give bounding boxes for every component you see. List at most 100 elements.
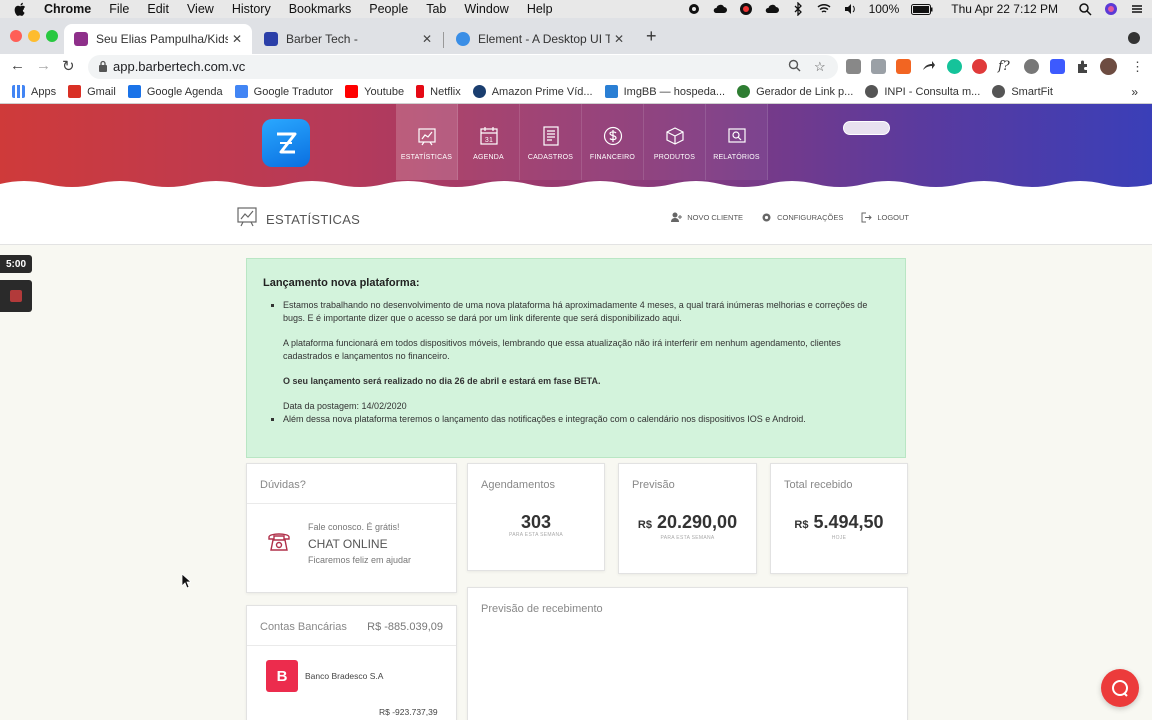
bookmarks-overflow-icon[interactable]: » — [1131, 85, 1138, 99]
tab-close-icon[interactable]: ✕ — [228, 32, 246, 46]
menu-people[interactable]: People — [369, 2, 408, 16]
chat-online-link[interactable]: CHAT ONLINE — [308, 537, 388, 551]
wifi-icon[interactable] — [817, 2, 831, 16]
bookmark-amazon-prime[interactable]: Amazon Prime Víd... — [472, 85, 593, 98]
grammarly-icon[interactable] — [947, 59, 962, 74]
bookmark-google-tradutor[interactable]: Google Tradutor — [234, 85, 333, 98]
apple-icon[interactable] — [14, 2, 30, 16]
logout-link[interactable]: LOGOUT — [861, 212, 909, 223]
tab-title: Barber Tech - — [286, 32, 358, 46]
close-window-button[interactable] — [10, 30, 22, 42]
zoom-icon[interactable] — [788, 59, 801, 75]
url-text[interactable]: app.barbertech.com.vc — [113, 59, 245, 74]
profile-avatar[interactable] — [1100, 58, 1117, 75]
clock[interactable]: Thu Apr 22 7:12 PM — [951, 2, 1058, 16]
tab-close-icon[interactable]: ✕ — [418, 32, 436, 46]
doubts-card-title: Dúvidas? — [260, 479, 306, 491]
tab-favicon-icon — [456, 32, 470, 46]
share-arrow-icon[interactable] — [921, 59, 936, 74]
menu-history[interactable]: History — [232, 2, 271, 16]
menu-view[interactable]: View — [187, 2, 214, 16]
menu-file[interactable]: File — [109, 2, 129, 16]
control-center-icon[interactable] — [1130, 2, 1144, 16]
chrome-menu-icon[interactable]: ⋮ — [1131, 59, 1144, 75]
telephone-icon[interactable] — [266, 528, 292, 554]
bookmark-label: Netflix — [430, 85, 461, 98]
nav-relatorios[interactable]: RELATÓRIOS — [706, 104, 768, 180]
menu-tab[interactable]: Tab — [426, 2, 446, 16]
cloud-icon[interactable] — [713, 2, 727, 16]
announcement-paragraph: Estamos trabalhando no desenvolvimento d… — [283, 300, 868, 323]
code-extension-icon[interactable] — [871, 59, 886, 74]
bank-name[interactable]: Banco Bradesco S.A — [305, 671, 383, 681]
new-tab-icon[interactable]: + — [646, 26, 657, 47]
percent-extension-icon[interactable] — [896, 59, 911, 74]
siri-icon[interactable] — [1104, 2, 1118, 16]
bookmark-imgbb[interactable]: ImgBB — hospeda... — [604, 85, 726, 98]
theme-toggle[interactable] — [843, 121, 890, 135]
bank-balance: R$ -923.737,39 — [379, 707, 438, 717]
battery-icon[interactable] — [911, 3, 933, 15]
formula-extension-icon[interactable]: f? — [998, 59, 1013, 74]
gear-icon — [762, 213, 771, 222]
record-status-icon[interactable] — [739, 2, 753, 16]
tab-close-icon[interactable]: ✕ — [610, 32, 628, 46]
nav-agenda[interactable]: 31 AGENDA — [458, 104, 520, 180]
nav-produtos[interactable]: PRODUTOS — [644, 104, 706, 180]
bookmark-star-icon[interactable]: ☆ — [814, 59, 826, 75]
receipt-forecast-card: Previsão de recebimento — [467, 587, 908, 720]
barbertech-logo[interactable] — [262, 119, 310, 167]
live-chat-button[interactable] — [1101, 669, 1139, 707]
calendar-extension-icon[interactable] — [1050, 59, 1065, 74]
link-generator-icon — [737, 85, 751, 98]
sync-extension-icon[interactable] — [1024, 59, 1039, 74]
add-user-icon — [671, 212, 683, 222]
adblock-icon[interactable] — [972, 59, 987, 74]
nav-estatisticas[interactable]: ESTATÍSTICAS — [396, 104, 458, 180]
bookmark-netflix[interactable]: Netflix — [416, 85, 461, 98]
app-name-menu[interactable]: Chrome — [44, 2, 91, 16]
forecast-amount: R$ 20.290,00 — [619, 512, 756, 533]
bookmark-inpi[interactable]: INPI - Consulta m... — [865, 85, 980, 98]
nav-financeiro[interactable]: FINANCEIRO — [582, 104, 644, 180]
puzzle-extensions-icon[interactable] — [1075, 59, 1090, 74]
browser-tab-active[interactable]: Seu Elias Pampulha/Kids - Bar ✕ — [64, 24, 252, 54]
bookmark-google-agenda[interactable]: Google Agenda — [127, 85, 223, 98]
spotlight-search-icon[interactable] — [1078, 2, 1092, 16]
bluetooth-icon[interactable] — [791, 2, 805, 16]
nav-cadastros[interactable]: CADASTROS — [520, 104, 582, 180]
calendar-day: 31 — [484, 137, 492, 144]
bookmark-apps[interactable]: Apps — [12, 85, 56, 98]
announcement-paragraph: Além dessa nova plataforma teremos o lan… — [283, 414, 806, 424]
back-arrow-icon[interactable]: ← — [10, 57, 25, 74]
forward-arrow-icon[interactable]: → — [36, 57, 51, 74]
gear-status-icon[interactable] — [687, 2, 701, 16]
minimize-window-button[interactable] — [28, 30, 40, 42]
address-bar[interactable]: app.barbertech.com.vc ☆ — [88, 55, 838, 79]
camera-extension-icon[interactable] — [846, 59, 861, 74]
maximize-window-button[interactable] — [46, 30, 58, 42]
browser-tab[interactable]: Barber Tech - ✕ — [254, 24, 442, 54]
header-wave-divider — [0, 181, 1152, 190]
reload-icon[interactable]: ↻ — [62, 57, 75, 75]
imgbb-icon — [604, 85, 618, 98]
bookmark-gerador-link[interactable]: Gerador de Link p... — [737, 85, 853, 98]
bookmark-smartfit[interactable]: SmartFit — [992, 85, 1053, 98]
stop-recording-button[interactable] — [0, 280, 32, 312]
bookmark-label: Gerador de Link p... — [756, 85, 854, 98]
volume-icon[interactable] — [843, 2, 857, 16]
bookmark-youtube[interactable]: Youtube — [345, 85, 404, 98]
settings-link[interactable]: CONFIGURAÇÕES — [761, 212, 843, 223]
bookmark-label: Apps — [31, 85, 57, 98]
menu-help[interactable]: Help — [527, 2, 553, 16]
bookmark-gmail[interactable]: Gmail — [68, 85, 116, 98]
menu-bookmarks[interactable]: Bookmarks — [289, 2, 352, 16]
bookmark-label: ImgBB — hospeda... — [623, 85, 726, 98]
browser-tab[interactable]: Element - A Desktop UI Toolkit ✕ — [446, 24, 634, 54]
menu-edit[interactable]: Edit — [147, 2, 169, 16]
settings-label: CONFIGURAÇÕES — [777, 213, 844, 222]
new-client-link[interactable]: NOVO CLIENTE — [671, 212, 743, 223]
cloud-download-icon[interactable] — [765, 2, 779, 16]
tab-search-icon[interactable] — [1128, 32, 1140, 44]
menu-window[interactable]: Window — [464, 2, 508, 16]
